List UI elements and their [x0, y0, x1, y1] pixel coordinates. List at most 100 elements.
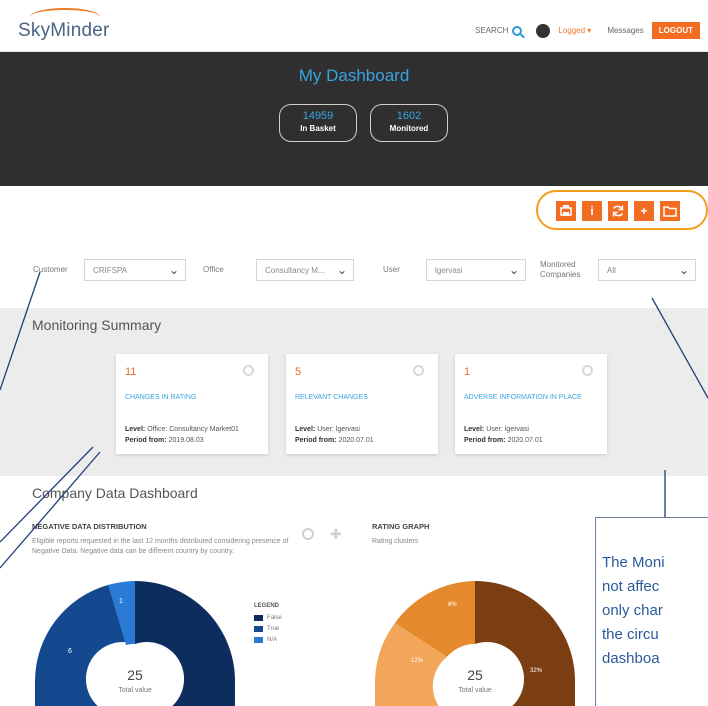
summary-card[interactable]: 5 RELEVANT CHANGES Level: User: lgervasi… — [286, 354, 438, 454]
card-count: 11 — [125, 366, 137, 378]
page-title: My Dashboard — [298, 66, 410, 85]
level-key: Level: — [464, 426, 485, 433]
summary-card[interactable]: 1 ADVERSE INFORMATION IN PLACE Level: Us… — [455, 354, 607, 454]
card-title[interactable]: CHANGES IN RATING — [125, 394, 196, 401]
gear-icon[interactable] — [243, 365, 254, 376]
card-count: 5 — [295, 366, 302, 378]
info-icon[interactable]: i — [582, 201, 602, 221]
plus-icon[interactable]: ✚ — [330, 527, 342, 541]
period-value: 2020.07.01 — [507, 437, 543, 444]
app-logo[interactable]: SkyMinder — [18, 20, 110, 42]
legend-item: False — [254, 615, 282, 621]
chart-tools: ✚ — [302, 527, 342, 541]
level-value: User: lgervasi — [317, 426, 360, 433]
legend-label: True — [267, 626, 280, 632]
period-key: Period from: — [295, 437, 337, 444]
annotation-text: The Moni not affec only char the circu d… — [602, 554, 665, 667]
legend-swatch — [254, 637, 263, 643]
slice-label: 8% — [448, 602, 457, 608]
top-bar: SkyMinder SEARCH Logged ▾ Messages LOGOU… — [0, 0, 708, 52]
donut-total: 25 — [467, 667, 483, 683]
card-level: Level: Office: Consultancy Market01 — [125, 426, 239, 433]
search-label[interactable]: SEARCH — [475, 26, 508, 35]
customer-label: Customer — [33, 265, 68, 274]
gear-icon[interactable] — [302, 528, 314, 540]
summary-card[interactable]: 11 CHANGES IN RATING Level: Office: Cons… — [116, 354, 268, 454]
legend-swatch — [254, 615, 263, 621]
period-value: 2019.08.03 — [168, 437, 204, 444]
in-basket-label: In Basket — [300, 124, 336, 133]
logout-button[interactable]: LOGOUT — [651, 22, 700, 39]
monitored-companies-select[interactable]: All ⌄ — [598, 259, 696, 281]
period-value: 2020.07.01 — [338, 437, 374, 444]
customer-select[interactable]: CRIFSPA ⌄ — [84, 259, 186, 281]
messages-link[interactable]: Messages — [607, 26, 643, 35]
office-label: Office — [203, 265, 224, 274]
top-right-nav: SEARCH Logged ▾ Messages LOGOUT — [475, 22, 700, 39]
slice-label: 6 — [68, 648, 72, 655]
chevron-down-icon: ⌄ — [168, 263, 179, 277]
card-count: 1 — [464, 366, 471, 378]
level-value: User: lgervasi — [486, 426, 529, 433]
rating-graph-title: RATING GRAPH — [372, 522, 430, 531]
legend-swatch — [254, 626, 263, 632]
refresh-icon[interactable] — [608, 201, 628, 221]
donut-total-label: Total value — [118, 687, 152, 694]
card-period: Period from: 2020.07.01 — [464, 437, 543, 444]
monitored-stat[interactable]: 1602 Monitored — [370, 104, 448, 142]
legend-label: False — [267, 615, 282, 621]
gear-icon[interactable] — [582, 365, 593, 376]
level-value: Office: Consultancy Market01 — [147, 426, 239, 433]
user-filter-label: User — [383, 265, 400, 274]
in-basket-count: 14959 — [302, 110, 334, 122]
chevron-down-icon: ⌄ — [678, 263, 689, 277]
rating-donut: 8% 12% 32% 25 Total value — [375, 581, 575, 706]
card-period: Period from: 2019.08.03 — [125, 437, 204, 444]
print-icon[interactable] — [556, 201, 576, 221]
period-key: Period from: — [464, 437, 506, 444]
level-key: Level: — [295, 426, 316, 433]
in-basket-stat[interactable]: 14959 In Basket — [279, 104, 357, 142]
dashboard-header: My Dashboard 14959 In Basket 1602 Monito… — [0, 52, 708, 186]
legend-item: N/A — [254, 637, 277, 643]
donut-total: 25 — [127, 667, 143, 683]
legend-title: LEGEND — [254, 603, 280, 609]
monitored-companies-label: Monitored Companies — [540, 260, 581, 279]
action-toolbar: i + — [556, 201, 680, 221]
user-select[interactable]: lgervasi ⌄ — [426, 259, 526, 281]
company-data-title: Company Data Dashboard — [32, 485, 198, 501]
folder-icon[interactable] — [660, 201, 680, 221]
search-icon[interactable] — [512, 25, 523, 36]
slice-label: 12% — [411, 658, 424, 664]
card-title[interactable]: RELEVANT CHANGES — [295, 394, 368, 401]
add-icon[interactable]: + — [634, 201, 654, 221]
card-level: Level: User: lgervasi — [295, 426, 360, 433]
card-period: Period from: 2020.07.01 — [295, 437, 374, 444]
annotation-callout: The Moni not affec only char the circu d… — [595, 517, 708, 706]
monitoring-summary: Monitoring Summary 11 CHANGES IN RATING … — [0, 308, 708, 476]
gear-icon[interactable] — [413, 365, 424, 376]
period-key: Period from: — [125, 437, 167, 444]
office-value: Consultancy M... — [265, 266, 325, 275]
negative-data-donut: 1 6 25 Total value — [35, 581, 235, 706]
user-menu[interactable]: Logged ▾ — [558, 26, 591, 35]
user-avatar-icon[interactable] — [536, 23, 551, 38]
user-value: lgervasi — [435, 266, 463, 275]
monitored-companies-value: All — [607, 266, 616, 275]
customer-value: CRIFSPA — [93, 266, 128, 275]
monitored-count: 1602 — [396, 110, 422, 122]
level-key: Level: — [125, 426, 146, 433]
monitored-label: Monitored — [389, 124, 429, 133]
chevron-down-icon: ⌄ — [508, 263, 519, 277]
office-select[interactable]: Consultancy M... ⌄ — [256, 259, 354, 281]
donut-total-label: Total value — [458, 687, 492, 694]
legend-label: N/A — [267, 637, 278, 643]
negative-data-description: Eligible reports requested in the last 1… — [32, 538, 289, 555]
filter-row: Customer CRIFSPA ⌄ Office Consultancy M.… — [0, 252, 708, 290]
rating-graph-description: Rating clusters — [372, 538, 419, 545]
card-title[interactable]: ADVERSE INFORMATION IN PLACE — [464, 394, 582, 401]
chevron-down-icon: ⌄ — [336, 263, 347, 277]
card-level: Level: User: lgervasi — [464, 426, 529, 433]
monitoring-summary-title: Monitoring Summary — [32, 317, 162, 333]
slice-label: 1 — [119, 598, 123, 605]
